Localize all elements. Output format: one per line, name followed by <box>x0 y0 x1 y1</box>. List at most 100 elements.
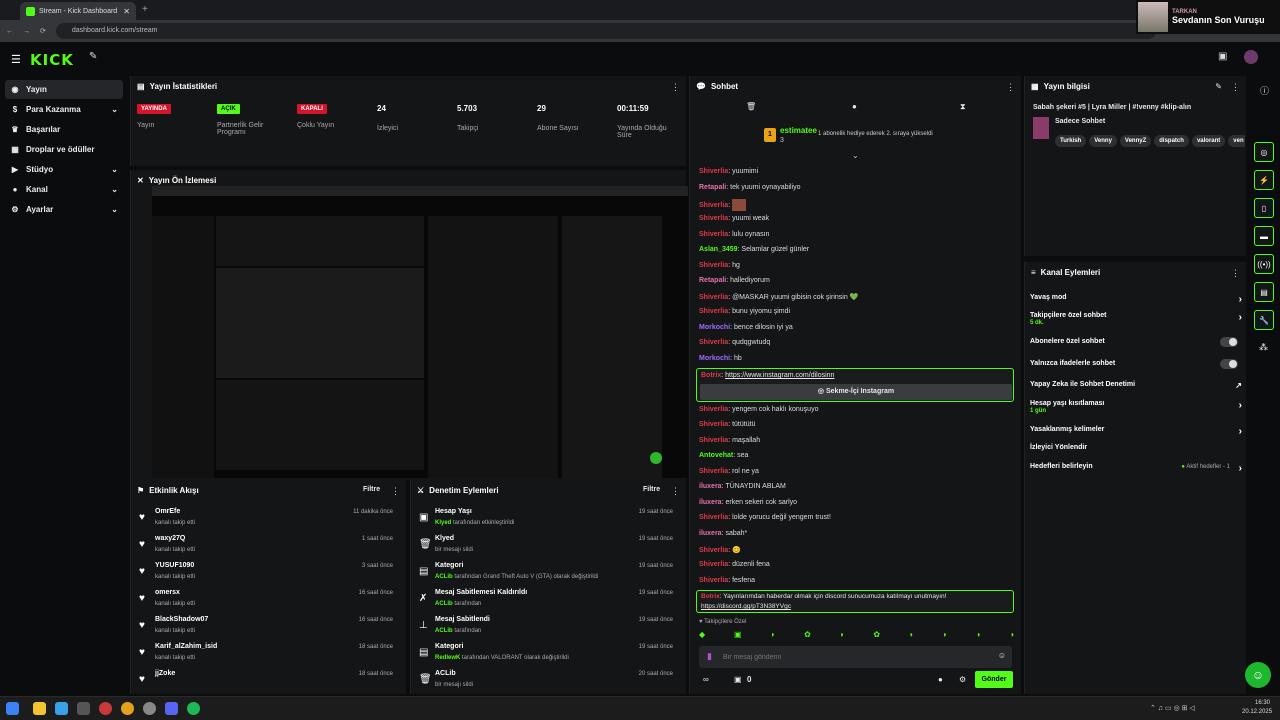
tag[interactable]: valorant <box>1191 135 1226 147</box>
sidebar-item-basarilar[interactable]: ♛ Başarılar <box>5 120 123 139</box>
avatar[interactable] <box>1244 50 1258 64</box>
sidebar-item-studyo[interactable]: ▶ Stüdyo ⌄ <box>5 160 123 179</box>
emoji-icon[interactable]: ☺ <box>998 651 1006 660</box>
tag[interactable]: ven <box>1228 135 1245 147</box>
discord-icon[interactable] <box>165 702 178 715</box>
more-icon[interactable]: ⋮ <box>1231 268 1240 279</box>
chat-message[interactable]: Aslan_3459: Selamlar güzel günler <box>699 246 809 253</box>
chat-message[interactable]: iluxera: sabah* <box>699 530 747 537</box>
back-icon[interactable]: ← <box>6 28 13 35</box>
ai-moderation-row[interactable]: Yapay Zeka ile Sohbet Denetimi ↗ <box>1030 381 1242 390</box>
instagram-button[interactable]: ◎ Sekme-İçi Instagram <box>700 384 1012 400</box>
store-icon[interactable] <box>55 702 68 715</box>
chat-message[interactable]: Shiverlia: yuumimi <box>699 168 758 175</box>
forward-icon[interactable]: → <box>23 28 30 35</box>
tag[interactable]: VennyZ <box>1119 135 1152 147</box>
emote-icon[interactable]: ◗ <box>909 630 914 642</box>
category-name[interactable]: Sadece Sohbet <box>1055 118 1105 125</box>
list-item[interactable]: ♥ jjZoke 18 saat önce <box>131 668 403 695</box>
chat-message[interactable]: iluxera: erken sekeri cok sarlyo <box>699 499 797 506</box>
tray-icons[interactable]: ⌃ ♫ ▭ ◎ ⊞ ◁ <box>1150 704 1195 712</box>
more-icon[interactable]: ⋮ <box>671 82 680 93</box>
subscribers-only-toggle[interactable] <box>1220 337 1238 347</box>
followers-only-row[interactable]: Takipçilere özel sohbet 5 dk. › <box>1030 312 1242 326</box>
list-item[interactable]: ♥ BlackShadow07 kanalı takip etti 16 saat ö… <box>131 614 403 641</box>
sidebar-item-para-kazanma[interactable]: $ Para Kazanma ⌄ <box>5 100 123 119</box>
list-item[interactable]: ♥ YUSUF1090 kanalı takip etti 3 saat önce <box>131 560 403 587</box>
chat-message[interactable]: Shiverlia: bunu yiyomu şimdi <box>699 308 790 315</box>
discord-message[interactable]: Botrix: Yayınlarımdan haberdar olmak içi… <box>696 590 1014 613</box>
folder-icon[interactable] <box>33 702 46 715</box>
chrome-icon[interactable] <box>121 702 134 715</box>
rail-button[interactable]: ((•)) <box>1254 254 1274 274</box>
goals-row[interactable]: Hedefleri belirleyin ● Aktif hedefler - 1… <box>1030 463 1242 474</box>
app-icon[interactable] <box>99 702 112 715</box>
chat-username[interactable]: Shiverlia <box>699 406 728 413</box>
hourglass-icon[interactable]: ⧗ <box>960 102 966 112</box>
chat-options-icon[interactable]: ● <box>938 675 943 684</box>
stream-preview[interactable] <box>152 186 688 478</box>
chat-username[interactable]: Shiverlia <box>699 262 728 269</box>
tag[interactable]: Turkish <box>1055 135 1087 147</box>
mic-icon[interactable]: ▮ <box>707 651 712 662</box>
chevron-down-icon[interactable]: ⌄ <box>852 151 859 160</box>
emote-icon[interactable]: ✿ <box>804 630 811 642</box>
sidebar-item-droplar[interactable]: ▦ Droplar ve ödüller <box>5 140 123 159</box>
chat-message[interactable]: Shiverlia: maşallah <box>699 437 760 444</box>
new-tab-icon[interactable]: + <box>142 4 148 15</box>
filter-button[interactable]: Filtre <box>643 486 660 493</box>
share-icon[interactable]: ⁂ <box>1259 342 1268 353</box>
emote-icon[interactable]: ◗ <box>1010 630 1015 642</box>
layout-icon[interactable]: ▣ <box>1218 51 1227 62</box>
chat-username[interactable]: Botrix <box>701 372 721 379</box>
chat-username[interactable]: Shiverlia <box>699 547 728 554</box>
chat-input-box[interactable]: ▮ ☺ <box>699 646 1012 668</box>
filter-button[interactable]: Filtre <box>363 486 380 493</box>
chat-message[interactable]: Shiverlia: rol ne ya <box>699 468 759 475</box>
spotify-icon[interactable] <box>187 702 200 715</box>
more-icon[interactable]: ⋮ <box>671 486 680 497</box>
list-item[interactable]: ♥ omersx kanalı takip etti 16 saat önce <box>131 587 403 614</box>
more-icon[interactable]: ⋮ <box>1006 82 1015 93</box>
chat-username[interactable]: Morkochi <box>699 355 730 362</box>
chat-message[interactable]: Shiverlia: fesfena <box>699 577 755 584</box>
chat-message[interactable]: Shiverlia: düzenli fena <box>699 561 770 568</box>
chat-username[interactable]: Shiverlia <box>699 202 728 209</box>
info-icon[interactable]: ⓘ <box>1260 84 1269 97</box>
chat-username[interactable]: Retapali <box>699 184 726 191</box>
gifter-name[interactable]: estimatee <box>780 126 817 135</box>
edit-icon[interactable]: ✎ <box>1215 82 1222 91</box>
emote-icon[interactable]: ◗ <box>770 630 775 642</box>
emote-icon[interactable]: ✿ <box>873 630 880 642</box>
rail-button[interactable]: ◎ <box>1254 142 1274 162</box>
floating-chat-button[interactable]: ☺ <box>1245 662 1271 688</box>
rail-button[interactable]: 🔧 <box>1254 310 1274 330</box>
chat-link[interactable]: https://www.instagram.com/dilosinn <box>725 372 834 379</box>
chat-message[interactable]: Morkochi: bence dilosin iyi ya <box>699 324 793 331</box>
list-item[interactable]: ♥ Karif_alZahim_isid kanalı takip etti 18 s… <box>131 641 403 668</box>
list-item[interactable]: ♥ OmrEfe kanalı takip etti 11 dakika önce <box>131 506 403 533</box>
chat-username[interactable]: Shiverlia <box>699 215 728 222</box>
list-item[interactable]: ♥ waxy27Q kanalı takip etti 1 saat önce <box>131 533 403 560</box>
chat-username[interactable]: Shiverlia <box>699 577 728 584</box>
list-item[interactable]: ✗ Mesaj Sabitlemesi Kaldırıldı ACLib taraf… <box>411 587 683 614</box>
chat-username[interactable]: Shiverlia <box>699 437 728 444</box>
rail-button[interactable]: ▯ <box>1254 198 1274 218</box>
chat-username[interactable]: Antovehat <box>699 452 733 459</box>
chat-message[interactable]: Shiverlia: tütütütü <box>699 421 755 428</box>
windows-start-icon[interactable] <box>6 702 19 715</box>
kick-logo[interactable]: KICK <box>30 51 74 69</box>
more-icon[interactable]: ⋮ <box>1231 82 1240 93</box>
list-item[interactable]: 🗑 ACLib bir mesajı sildi 20 saat önce <box>411 668 683 695</box>
chat-username[interactable]: Shiverlia <box>699 339 728 346</box>
url-field[interactable]: dashboard.kick.com/stream <box>55 23 1156 39</box>
more-icon[interactable]: ⋮ <box>391 486 400 497</box>
chat-username[interactable]: Shiverlia <box>699 514 728 521</box>
chat-username[interactable]: iluxera <box>699 530 722 537</box>
chat-message[interactable]: Shiverlia: <box>699 199 747 211</box>
infinity-icon[interactable]: ∞ <box>703 675 709 684</box>
chat-username[interactable]: Shiverlia <box>699 468 728 475</box>
list-item[interactable]: ▤ Kategori ACLib tarafından Grand Theft Au… <box>411 560 683 587</box>
emote-icon[interactable]: ◗ <box>840 630 845 642</box>
chat-username[interactable]: Botrix <box>701 593 720 600</box>
